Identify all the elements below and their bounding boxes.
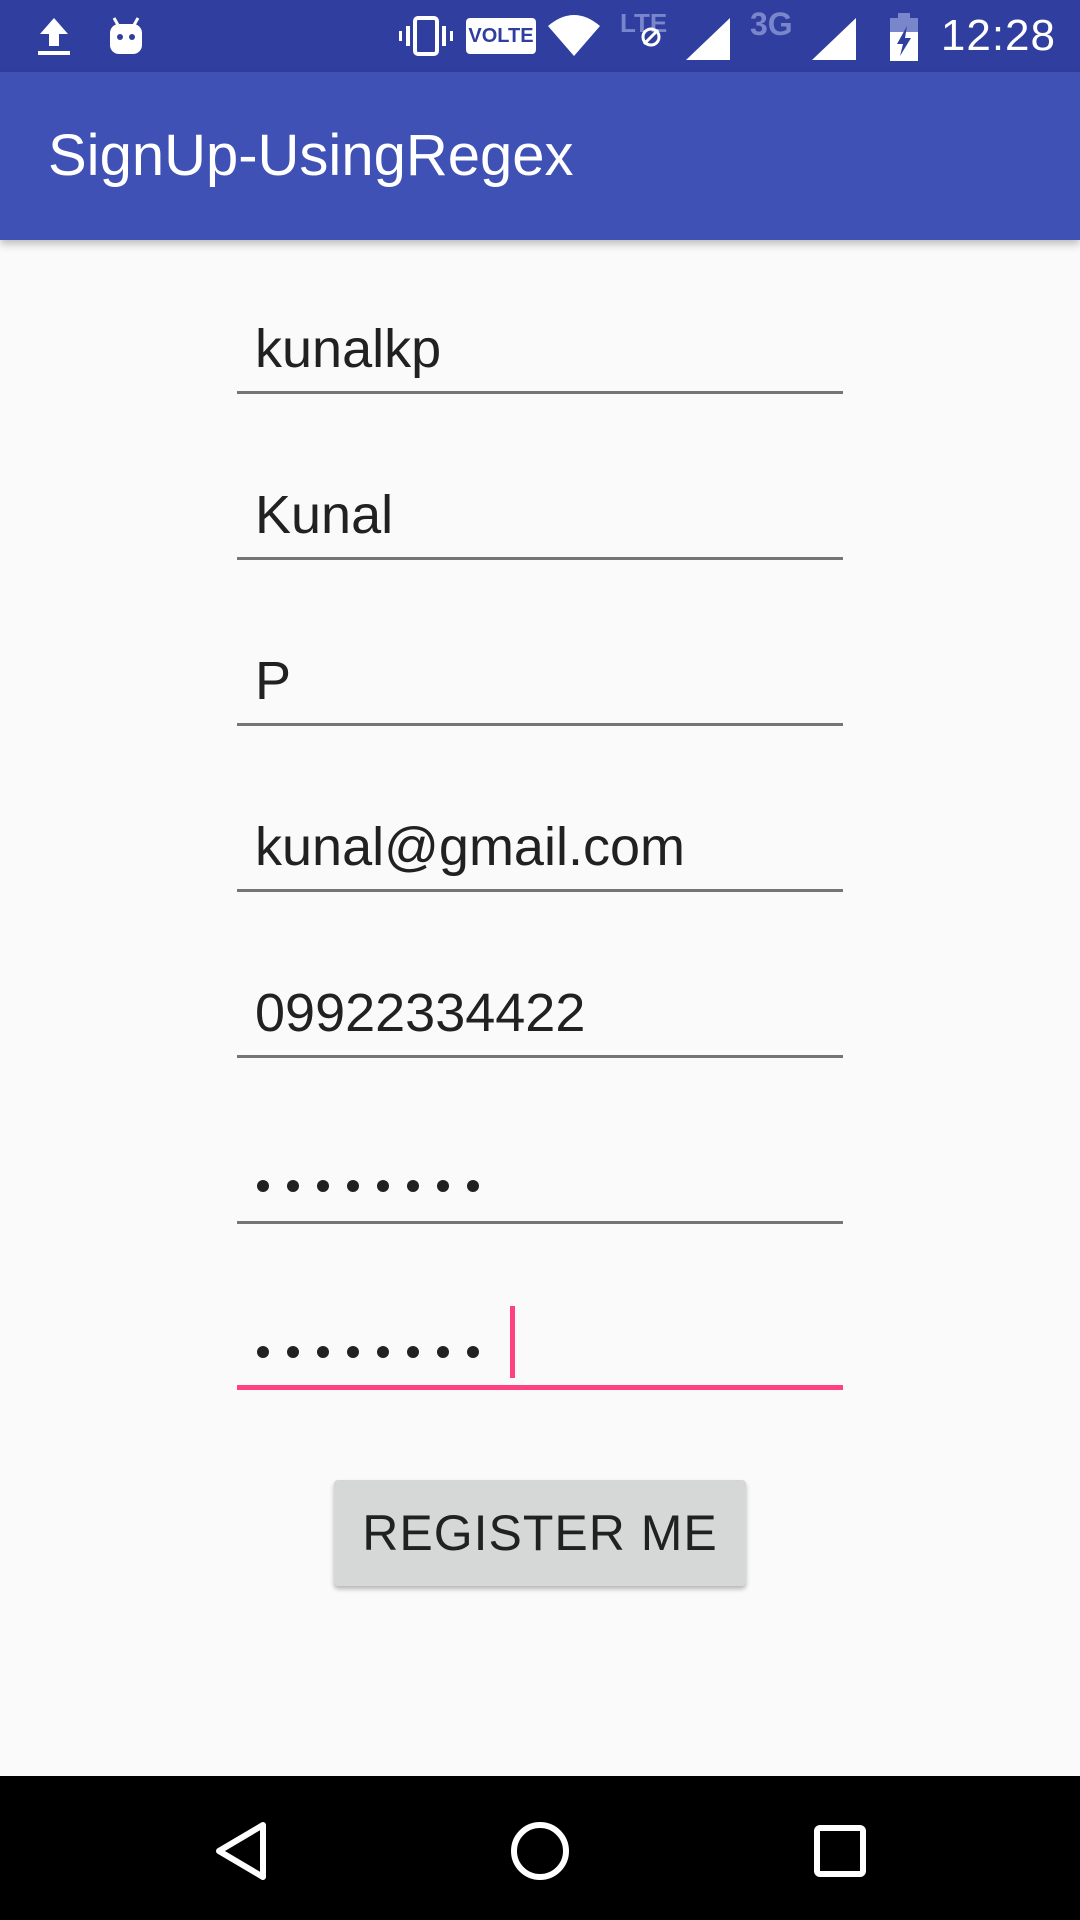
lte-icon: LTE bbox=[618, 8, 674, 48]
status-time: 12:28 bbox=[940, 11, 1056, 60]
field-underline bbox=[237, 889, 843, 892]
mask-dot bbox=[257, 1346, 269, 1358]
email-field[interactable]: kunal@gmail.com bbox=[237, 782, 843, 892]
password-field[interactable] bbox=[237, 1114, 843, 1224]
mask-dot bbox=[467, 1346, 479, 1358]
signup-form: kunalkp Kunal P kunal@gmail.com 09922334… bbox=[0, 240, 1080, 1776]
mask-dot bbox=[437, 1346, 449, 1358]
navigation-bar bbox=[0, 1776, 1080, 1920]
mask-dot bbox=[377, 1180, 389, 1192]
volte-label: VOLTE bbox=[468, 25, 534, 47]
mask-dot bbox=[287, 1180, 299, 1192]
username-field[interactable]: kunalkp bbox=[237, 284, 843, 394]
username-value: kunalkp bbox=[255, 319, 442, 379]
phone-value: 09922334422 bbox=[255, 983, 586, 1043]
mask-dot bbox=[317, 1346, 329, 1358]
field-underline bbox=[237, 1055, 843, 1058]
field-underline bbox=[237, 391, 843, 394]
mask-dot bbox=[377, 1346, 389, 1358]
last-name-value: P bbox=[255, 651, 292, 711]
wifi-icon bbox=[546, 12, 602, 65]
mask-dot bbox=[317, 1180, 329, 1192]
field-underline bbox=[237, 1221, 843, 1224]
password-mask bbox=[257, 1180, 479, 1192]
volte-icon: VOLTE bbox=[466, 18, 536, 54]
android-icon bbox=[102, 12, 150, 65]
mask-dot bbox=[407, 1180, 419, 1192]
mask-dot bbox=[257, 1180, 269, 1192]
mask-dot bbox=[437, 1180, 449, 1192]
3g-label: 3G bbox=[750, 6, 793, 42]
recents-icon[interactable] bbox=[795, 1806, 885, 1896]
battery-charging-icon bbox=[888, 12, 920, 67]
mask-dot bbox=[407, 1346, 419, 1358]
3g-icon: 3G bbox=[750, 6, 802, 46]
mask-dot bbox=[347, 1346, 359, 1358]
signal-icon bbox=[684, 18, 732, 65]
field-underline bbox=[237, 723, 843, 726]
mask-dot bbox=[467, 1180, 479, 1192]
mask-dot bbox=[347, 1180, 359, 1192]
text-cursor bbox=[510, 1306, 515, 1378]
register-button[interactable]: REGISTER ME bbox=[334, 1480, 746, 1586]
first-name-value: Kunal bbox=[255, 485, 394, 545]
app-screen: VOLTE LTE 3G 12:28 SignUp-UsingRegex kun… bbox=[0, 0, 1080, 1920]
page-title: SignUp-UsingRegex bbox=[48, 123, 574, 188]
email-value: kunal@gmail.com bbox=[255, 817, 685, 877]
back-icon[interactable] bbox=[196, 1806, 286, 1896]
field-underline-focused bbox=[237, 1385, 843, 1390]
first-name-field[interactable]: Kunal bbox=[237, 450, 843, 560]
confirm-password-field[interactable] bbox=[237, 1280, 843, 1390]
confirm-password-mask bbox=[257, 1346, 479, 1358]
field-underline bbox=[237, 557, 843, 560]
upload-icon bbox=[30, 12, 78, 65]
signal-icon bbox=[810, 18, 858, 65]
status-bar: VOLTE LTE 3G 12:28 bbox=[0, 0, 1080, 72]
phone-field[interactable]: 09922334422 bbox=[237, 948, 843, 1058]
app-bar: SignUp-UsingRegex bbox=[0, 72, 1080, 240]
last-name-field[interactable]: P bbox=[237, 616, 843, 726]
vibrate-icon bbox=[398, 12, 454, 65]
home-icon[interactable] bbox=[495, 1806, 585, 1896]
mask-dot bbox=[287, 1346, 299, 1358]
